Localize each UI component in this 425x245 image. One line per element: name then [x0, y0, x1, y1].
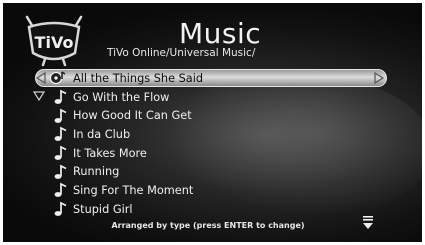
song-row[interactable]: Running [47, 162, 203, 181]
music-note-icon [54, 201, 67, 217]
song-label: It Takes More [73, 146, 147, 160]
music-note-icon [54, 145, 67, 160]
footer-hint: Arranged by type (press ENTER to change) [111, 221, 305, 230]
song-label: Running [73, 165, 120, 179]
song-list: All the Things She Said Go With the Flow… [47, 69, 203, 219]
right-arrow-icon[interactable] [373, 72, 385, 84]
down-arrow-icon[interactable] [33, 91, 45, 101]
song-label: All the Things She Said [73, 71, 204, 85]
tivo-logo: TiVo [25, 15, 83, 67]
song-row-selected[interactable]: All the Things She Said [47, 69, 203, 88]
song-row[interactable]: In da Club [47, 125, 203, 144]
music-note-icon [54, 127, 67, 142]
song-label: In da Club [73, 127, 131, 141]
song-row[interactable]: How Good It Can Get [47, 106, 203, 125]
page-title: Music [179, 17, 262, 50]
music-note-icon [54, 89, 67, 104]
song-row[interactable]: Stupid Girl [47, 200, 203, 219]
song-row[interactable]: Go With the Flow [47, 88, 203, 107]
music-note-icon [54, 183, 67, 198]
music-note-icon [54, 108, 67, 123]
song-label: Go With the Flow [73, 90, 170, 104]
svg-text:TiVo: TiVo [35, 33, 74, 52]
breadcrumb: TiVo Online/Universal Music/ [107, 47, 256, 59]
song-label: Stupid Girl [73, 202, 133, 216]
left-arrow-icon[interactable] [35, 72, 47, 84]
scroll-down-icon[interactable] [362, 216, 374, 230]
tivo-screen: TiVo Music TiVo Online/Universal Music/ … [3, 3, 422, 242]
song-label: Sing For The Moment [73, 183, 194, 197]
song-row[interactable]: Sing For The Moment [47, 181, 203, 200]
music-disc-icon [50, 71, 66, 85]
song-row[interactable]: It Takes More [47, 144, 203, 163]
song-label: How Good It Can Get [73, 109, 192, 123]
music-note-icon [54, 164, 67, 179]
